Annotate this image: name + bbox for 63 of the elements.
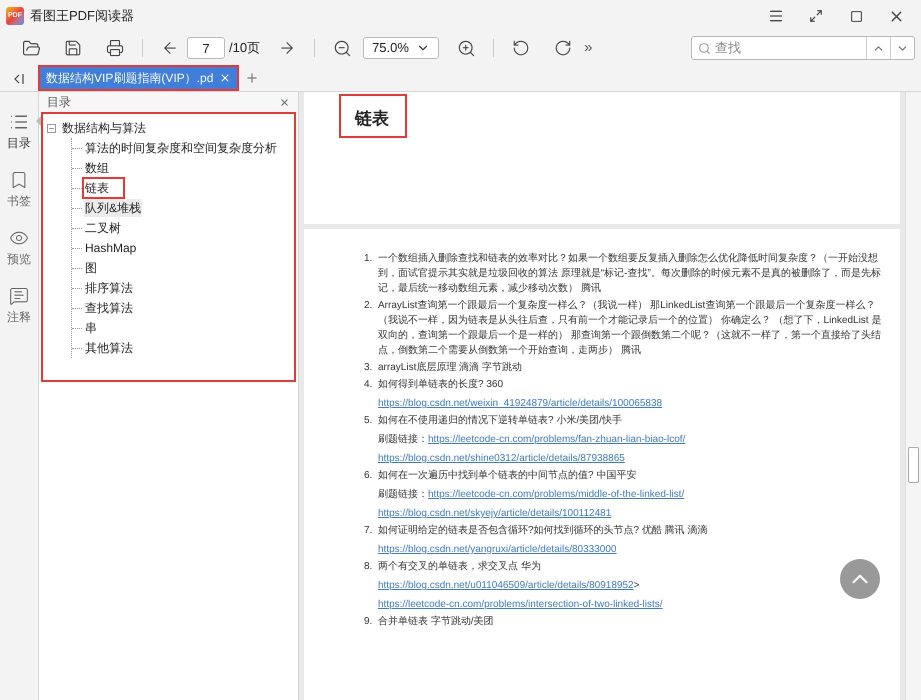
link[interactable]: https://leetcode-cn.com/problems/intersection-of-two-linked-lists/: [378, 597, 663, 612]
outline-item[interactable]: 链表: [84, 179, 123, 197]
collapse-toggle-icon[interactable]: [47, 124, 56, 132]
page-number-field[interactable]: 7: [187, 37, 225, 59]
link[interactable]: https://blog.csdn.net/u011046509/article/details/80918952: [378, 578, 634, 593]
document-tab[interactable]: 数据结构VIP刷题指南(VIP）.pd: [38, 65, 240, 91]
panel-title: 目录: [47, 94, 71, 111]
window-title: 看图王PDF阅读器: [30, 7, 134, 26]
sidebar-tab[interactable]: 书签: [7, 170, 31, 210]
more-button[interactable]: »: [584, 36, 592, 60]
link[interactable]: https://blog.csdn.net/shine0312/article/details/87938865: [378, 451, 625, 466]
outline-item[interactable]: HashMap: [84, 239, 138, 257]
list-number: 8.: [364, 560, 374, 574]
list-number: 3.: [364, 361, 374, 375]
question-text: 如何证明给定的链表是否包含循环?如何找到循环的头节点? 优酷 腾讯 滴滴: [378, 524, 708, 538]
link[interactable]: https://blog.csdn.net/yangruxi/article/details/80333000: [378, 542, 616, 557]
outline-item[interactable]: 二叉树: [84, 219, 122, 237]
list-number: 9.: [364, 615, 374, 629]
new-tab-icon[interactable]: [245, 71, 260, 85]
search-input[interactable]: 查找: [715, 38, 866, 58]
question-text: 两个有交叉的单链表，求交叉点 华为: [378, 560, 541, 574]
link[interactable]: https://blog.csdn.net/weixin_41924879/article/details/100065838: [378, 396, 662, 411]
outline-item[interactable]: 查找算法: [84, 299, 134, 317]
question-text: 如何得到单链表的长度? 360: [378, 378, 504, 392]
sidebar-tab[interactable]: 预览: [7, 228, 31, 268]
outline-item[interactable]: 队列&堆栈: [84, 199, 142, 217]
scroll-to-top-button[interactable]: [840, 559, 880, 599]
link-label: 刷题链接：: [378, 488, 428, 502]
question-text: 如何在不使用递归的情况下逆转单链表? 小米/美团/快手: [378, 414, 622, 428]
page-total: /10页: [229, 39, 260, 58]
list-number: 5.: [364, 414, 374, 428]
outline-item[interactable]: 数据结构与算法: [62, 119, 146, 137]
link[interactable]: https://blog.csdn.net/skyejy/article/details/100112481: [378, 506, 612, 521]
list-number: 2.: [364, 299, 374, 313]
list-number: 1.: [364, 252, 374, 266]
scrollbar-thumb[interactable]: [908, 447, 919, 483]
list-number: 4.: [364, 378, 374, 392]
sidebar-tab[interactable]: 注释: [7, 286, 31, 326]
search-field[interactable]: 查找: [691, 36, 915, 60]
close-tab-icon: [219, 72, 232, 84]
outline-item[interactable]: 其他算法: [84, 339, 134, 357]
page-heading: 链表: [339, 94, 407, 138]
comment-icon: [9, 286, 29, 306]
link-label: 刷题链接：: [378, 432, 428, 447]
outline-item[interactable]: 数组: [84, 159, 110, 177]
outline-item[interactable]: 图: [84, 259, 98, 277]
outline-item[interactable]: 串: [84, 319, 98, 337]
question-text: arrayList底层原理 滴滴 字节跳动: [378, 360, 522, 375]
list-number: 6.: [364, 469, 374, 483]
list-number: 7.: [364, 524, 374, 538]
zoom-select[interactable]: 75.0%: [363, 37, 440, 59]
question-text: 如何在一次遍历中找到单个链表的中间节点的值? 中国平安: [378, 468, 636, 483]
scrollbar[interactable]: [905, 92, 921, 700]
question-text: 合并单链表 字节跳动/美团: [378, 614, 494, 629]
search-icon: [698, 42, 711, 54]
link[interactable]: https://leetcode-cn.com/problems/fan-zhuan-lian-biao-lcof/: [428, 432, 686, 447]
link-suffix: >: [634, 579, 640, 593]
close-icon[interactable]: [279, 96, 290, 108]
collapse-icon: [13, 73, 25, 85]
question-text: 一个数组插入删除查找和链表的效率对比？如果一个数组要反复插入删除怎么优化降低时间复杂度？（一开始没想到，面试官提示其实就是垃圾回收的算法 原理就是“标记-查找”。每次删除的时候元素不是真的被删除了，而是先标记，最后统一移动数组元素，减少移动次数） 腾讯: [378, 252, 882, 296]
link[interactable]: https://leetcode-cn.com/problems/middle-of-the-linked-list/: [428, 487, 684, 502]
outline-item[interactable]: 排序算法: [84, 279, 134, 297]
outline-item[interactable]: 算法的时间复杂度和空间复杂度分析: [84, 139, 278, 157]
